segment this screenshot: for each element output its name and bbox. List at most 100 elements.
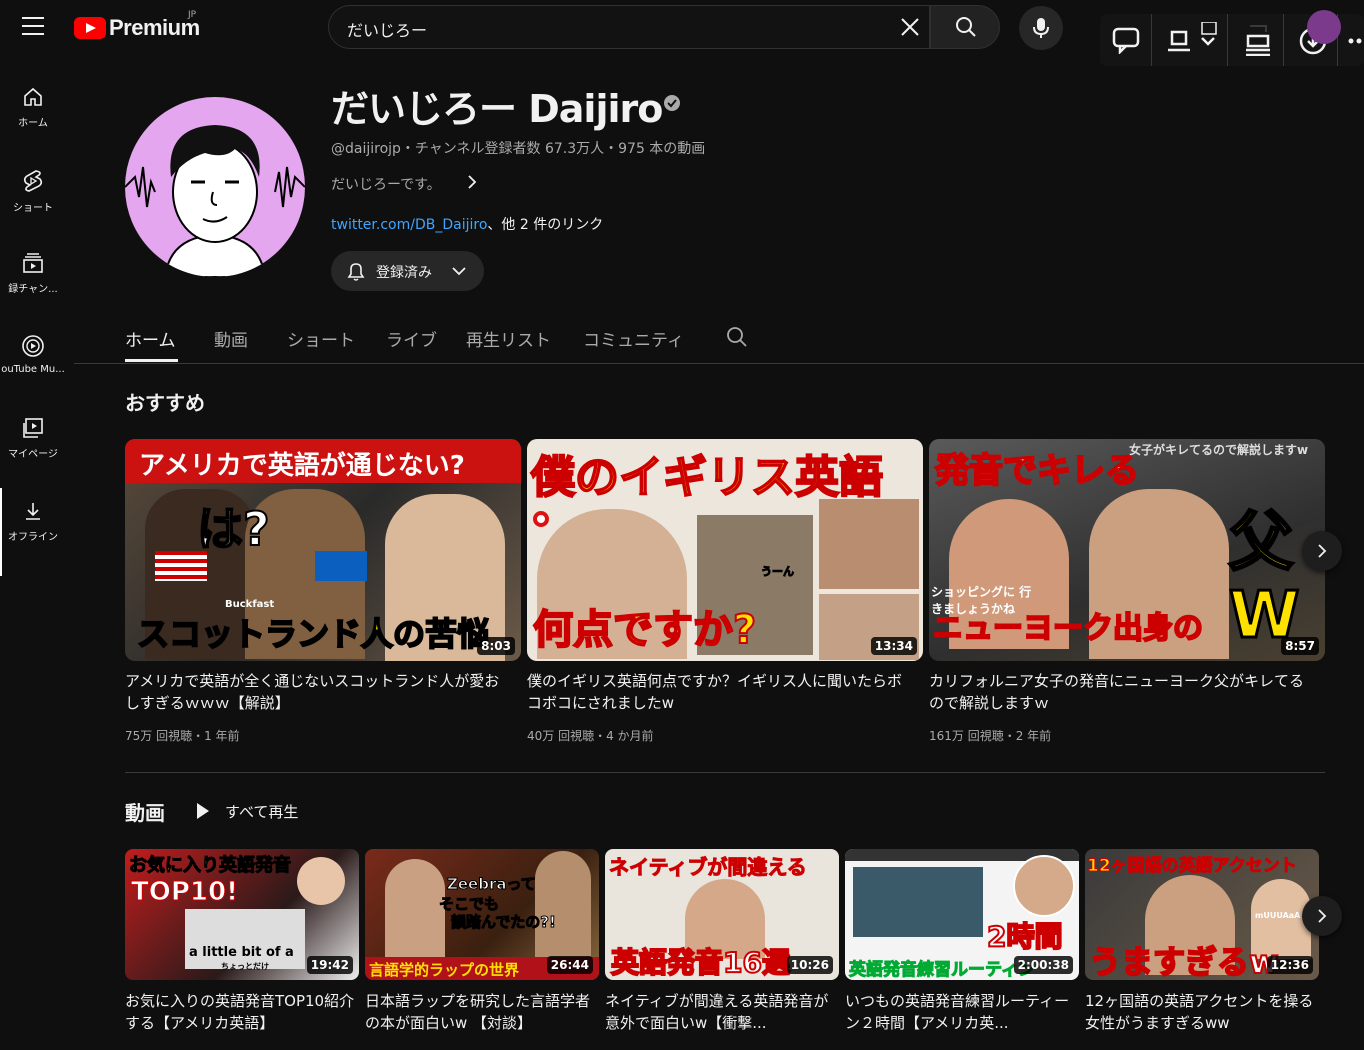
sidebar-item-label: オフライン	[8, 532, 58, 543]
sidebar-item-label: 録チャン...	[8, 284, 58, 295]
duration-badge: 19:42	[306, 956, 353, 974]
next-button[interactable]	[1302, 896, 1342, 936]
thumbnail-text: 英語発音16選	[610, 945, 791, 980]
tab-playlists[interactable]: 再生リスト	[466, 326, 551, 351]
tab-videos[interactable]: 動画	[214, 326, 248, 351]
more-links[interactable]: 、他 2 件のリンク	[487, 217, 603, 233]
thumbnail-text: 発音でキレる	[934, 450, 1140, 492]
video-title[interactable]: ネイティブが間違える英語発音が意外で面白いw【衝撃...	[605, 990, 835, 1034]
thumbnail-text: は?	[196, 501, 271, 557]
video-thumbnail[interactable]: ネイティブが間違える 英語発音16選 10:26	[605, 849, 839, 980]
sidebar-item-youtube-music[interactable]: ouTube Mu...	[0, 328, 66, 404]
chevron-right-icon[interactable]	[465, 174, 479, 190]
reading-list-button[interactable]	[1230, 14, 1284, 66]
channel-tabs: ホーム 動画 ショート ライブ 再生リスト コミュニティ	[74, 318, 1364, 364]
thumbnail-text: 2時間	[986, 919, 1063, 954]
thumbnail-text: mUUUAaA	[1255, 911, 1301, 920]
clear-icon[interactable]	[899, 16, 921, 38]
channel-avatar[interactable]	[125, 97, 305, 277]
screenshot-icon	[1168, 22, 1217, 52]
video-thumbnail[interactable]: 女子がキレてるので解説しますw 発音でキレる 父 ショッピングに 行きましょうか…	[929, 439, 1325, 661]
tab-shorts[interactable]: ショート	[287, 326, 355, 351]
video-title[interactable]: いつもの英語発音練習ルーティーン２時間【アメリカ英...	[845, 990, 1075, 1034]
duration-badge: 8:03	[477, 637, 515, 655]
account-avatar[interactable]	[1307, 10, 1341, 44]
youtube-logo-icon	[74, 17, 106, 39]
video-thumbnail[interactable]: 12ヶ国語の英語アクセント mUUUAaA うますぎるw 12:36	[1085, 849, 1319, 980]
chat-button[interactable]	[1100, 14, 1152, 66]
thumbnail-text: Zeebraって	[447, 875, 537, 894]
verified-icon	[664, 95, 680, 111]
sidebar-item-home[interactable]: ホーム	[0, 80, 66, 156]
thumbnail-text: ネイティブが間違える	[609, 855, 808, 880]
tab-live[interactable]: ライブ	[386, 326, 437, 351]
video-title[interactable]: カリフォルニア女子の発音にニューヨーク父がキレてるので解説しますｗ	[929, 670, 1309, 714]
video-thumbnail[interactable]: Zeebraって そこでも 韻踏んでたの?! 言語学的ラップの世界 26:44	[365, 849, 599, 980]
menu-icon[interactable]	[22, 17, 44, 35]
library-icon	[23, 418, 43, 438]
thumbnail-text: TOP10!	[131, 877, 239, 908]
screenshot-button[interactable]	[1154, 14, 1228, 66]
chevron-right-icon	[1318, 909, 1327, 923]
videos-section-title: 動画	[125, 801, 165, 825]
subscribe-button[interactable]: 登録済み	[331, 251, 484, 291]
thumbnail-text: うーん	[761, 565, 795, 579]
channel-avatar-illustration	[125, 125, 305, 277]
subscriptions-icon	[23, 253, 43, 273]
video-title[interactable]: 僕のイギリス英語何点ですか？イギリス人に聞いたらボコボコにされましたw	[527, 670, 907, 714]
more-button[interactable]	[1340, 14, 1364, 66]
video-title[interactable]: アメリカで英語が全く通じないスコットランド人が愛おしすぎるｗｗｗ【解説】	[125, 670, 505, 714]
video-thumbnail[interactable]: 僕のイギリス英語 うーん 何点ですか? 13:34	[527, 439, 923, 661]
reading-list-icon	[1246, 25, 1270, 56]
sidebar: ホーム ショート 録チャン... ouTube Mu... マイページ オフライ…	[0, 56, 66, 1050]
top-bar: Premium JP だいじろー	[0, 0, 1364, 66]
section-divider	[125, 772, 1325, 773]
video-meta: 40万 回視聴・4 か月前	[527, 729, 654, 743]
channel-link[interactable]: twitter.com/DB_Daijiro	[331, 217, 487, 233]
sidebar-item-label: ショート	[13, 203, 53, 214]
channel-description[interactable]: だいじろーです。	[331, 174, 441, 194]
home-icon	[24, 87, 42, 106]
thumbnail-text: うますぎるw	[1088, 942, 1280, 980]
duration-badge: 12:36	[1266, 956, 1313, 974]
search-button[interactable]	[930, 5, 1000, 49]
video-title[interactable]: 12ヶ国語の英語アクセントを操る女性がうますぎるww	[1085, 990, 1315, 1034]
search-icon[interactable]	[726, 326, 748, 348]
sidebar-item-shorts[interactable]: ショート	[0, 163, 66, 239]
video-title[interactable]: お気に入りの英語発音TOP10紹介する【アメリカ英語】	[125, 990, 355, 1034]
youtube-logo[interactable]: Premium JP	[74, 10, 200, 40]
duration-badge: 10:26	[786, 956, 833, 974]
thumbnail-text: 僕のイギリス英語	[530, 451, 884, 504]
tab-community[interactable]: コミュニティ	[583, 326, 684, 351]
tab-home[interactable]: ホーム	[125, 326, 176, 351]
video-thumbnail[interactable]: お気に入り英語発音 TOP10! a little bit of a ちょっとだ…	[125, 849, 359, 980]
bell-icon	[347, 263, 365, 281]
sidebar-item-offline[interactable]: オフライン	[0, 494, 66, 570]
next-button[interactable]	[1302, 531, 1342, 571]
thumbnail-text: 父	[1228, 505, 1295, 582]
voice-search-button[interactable]	[1019, 6, 1063, 50]
duration-badge: 26:44	[546, 956, 593, 974]
youtube-music-icon	[22, 335, 44, 357]
thumbnail-text: スコットランド人の苦悩	[136, 614, 490, 654]
sidebar-item-label: ouTube Mu...	[1, 364, 65, 375]
search-value: だいじろー	[347, 21, 428, 40]
video-title[interactable]: 日本語ラップを研究した言語学者の本が面白いw 【対談】	[365, 990, 595, 1034]
video-meta: 75万 回視聴・1 年前	[125, 729, 240, 743]
chevron-down-icon	[452, 267, 466, 276]
sidebar-selection-indicator	[0, 488, 2, 576]
channel-meta: @daijirojp・チャンネル登録者数 67.3万人・975 本の動画	[331, 141, 706, 157]
thumbnail-text: アメリカで英語が通じない?	[139, 451, 465, 481]
sidebar-item-library[interactable]: マイページ	[0, 411, 66, 487]
more-icon	[1348, 38, 1362, 44]
sidebar-item-label: マイページ	[8, 449, 58, 460]
video-thumbnail[interactable]: アメリカで英語が通じない? は? Buckfast スコットランド人の苦悩 8:…	[125, 439, 521, 661]
sidebar-item-subscriptions[interactable]: 録チャン...	[0, 246, 66, 322]
video-thumbnail[interactable]: 2時間 英語発音練習ルーティン 2:00:38	[845, 849, 1079, 980]
search-input[interactable]: だいじろー	[328, 5, 930, 49]
play-all-label: すべて再生	[225, 803, 299, 821]
thumbnail-text: 女子がキレてるので解説しますw	[1129, 443, 1309, 457]
thumbnail-text: 12ヶ国語の英語アクセント	[1087, 856, 1298, 877]
logo-text: Premium	[109, 15, 200, 40]
thumbnail-text: 言語学的ラップの世界	[369, 961, 520, 979]
